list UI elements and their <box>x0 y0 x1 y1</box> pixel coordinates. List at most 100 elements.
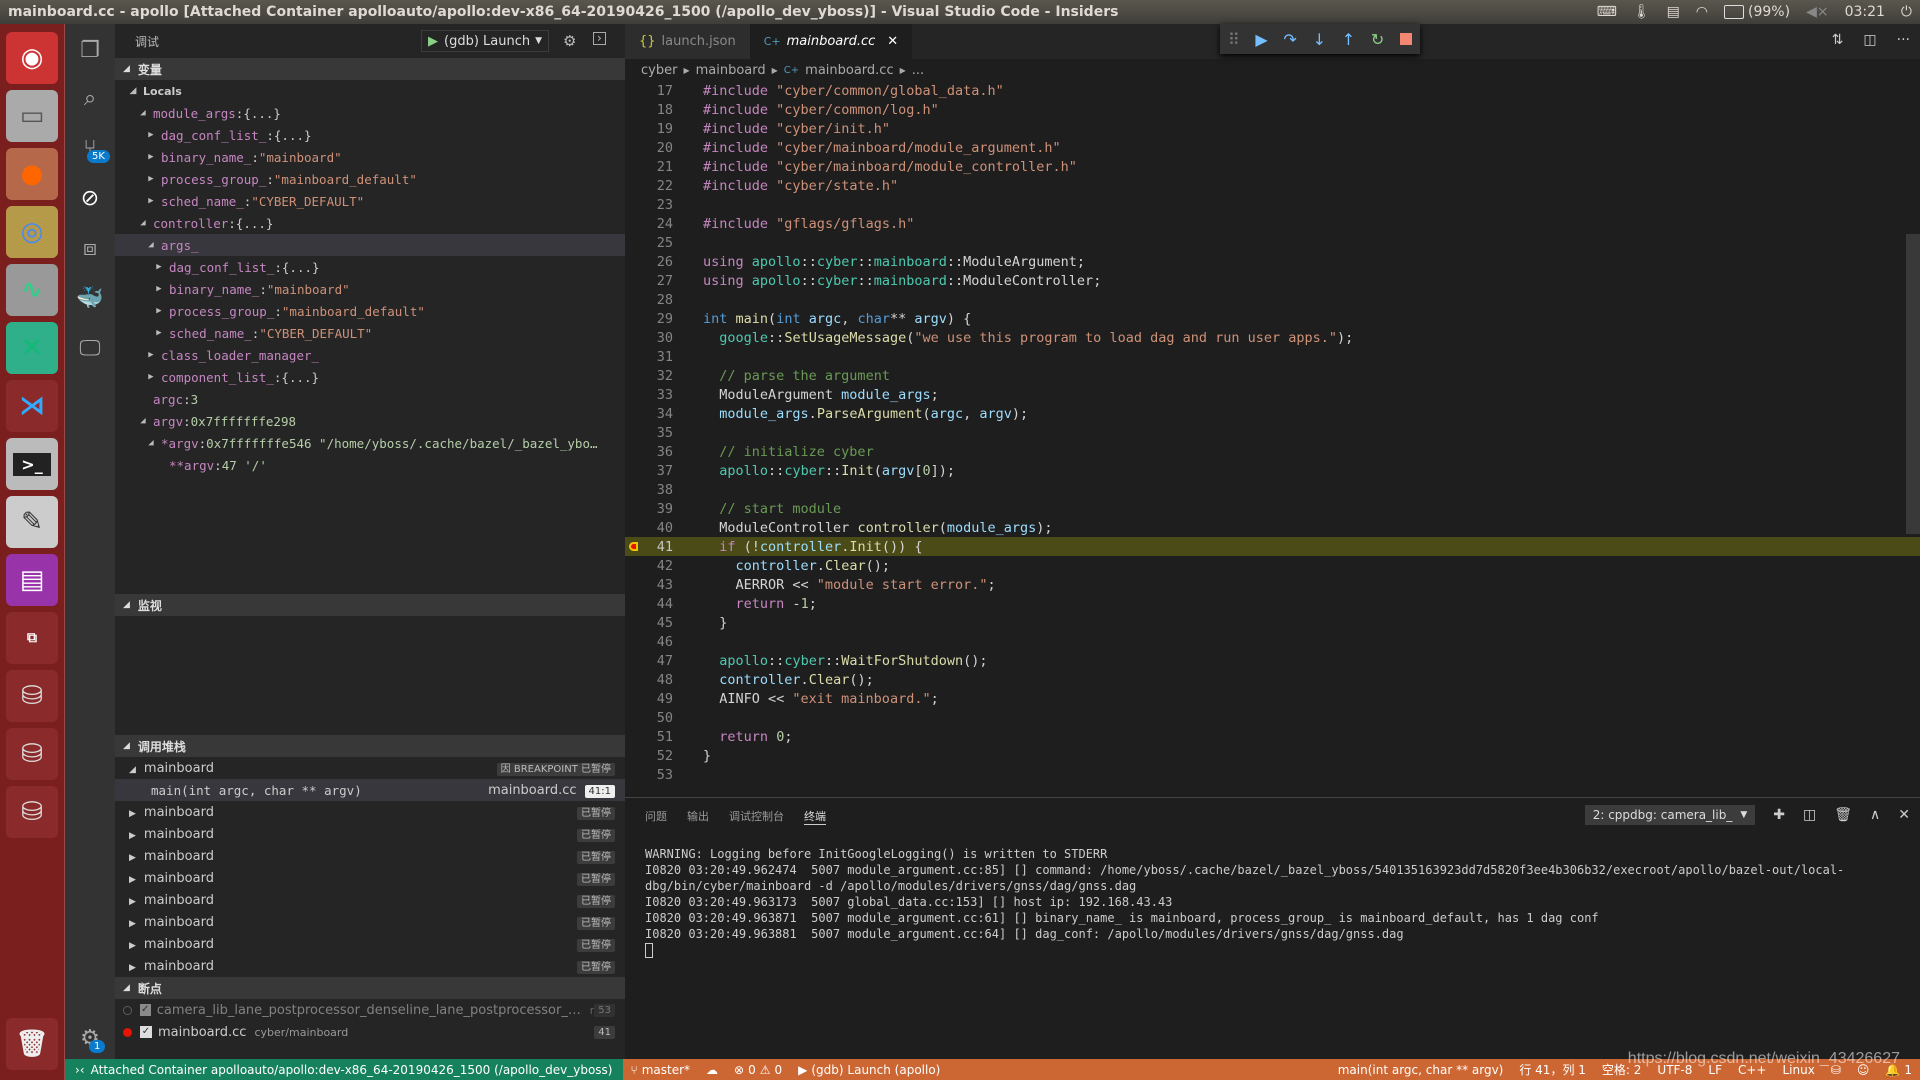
code-line[interactable]: 43 AERROR << "module start error."; <box>625 575 1920 594</box>
remote-indicator[interactable]: ›‹ Attached Container apolloauto/apollo:d… <box>65 1059 623 1080</box>
collapsed-twistie-icon[interactable]: ▶ <box>145 174 157 184</box>
stop-icon[interactable] <box>1400 33 1413 45</box>
code-line[interactable]: 20 #include "cyber/mainboard/module_argum… <box>625 138 1920 157</box>
close-icon[interactable]: ✕ <box>887 34 898 49</box>
variable-row[interactable]: ▶ binary_name_: "mainboard" <box>115 278 625 300</box>
restart-icon[interactable]: ↻ <box>1371 30 1384 49</box>
code-line[interactable]: 32 // parse the argument <box>625 366 1920 385</box>
collapsed-twistie-icon[interactable]: ▶ <box>145 350 157 360</box>
power-icon[interactable]: ⏻ <box>1901 4 1912 20</box>
variable-row[interactable]: ▶ sched_name_: "CYBER_DEFAULT" <box>115 322 625 344</box>
disk-icon[interactable]: ⛁ <box>6 728 58 780</box>
code-line[interactable]: 27 using apollo::cyber::mainboard::Module… <box>625 271 1920 290</box>
collapsed-twistie-icon[interactable]: ▶ <box>145 152 157 162</box>
collapsed-twistie-icon[interactable]: ▶ <box>129 831 136 841</box>
step-into-icon[interactable]: ↓ <box>1313 30 1326 49</box>
code-line[interactable]: 47 apollo::cyber::WaitForShutdown(); <box>625 651 1920 670</box>
code-line[interactable]: 52} <box>625 746 1920 765</box>
collapsed-twistie-icon[interactable]: ▶ <box>129 809 136 819</box>
gear-icon[interactable]: ⚙ <box>563 32 576 50</box>
editor-scrollbar[interactable] <box>1906 234 1920 534</box>
breadcrumb-item[interactable]: mainboard.cc <box>805 63 893 78</box>
more-actions-icon[interactable]: ··· <box>1897 32 1910 48</box>
cursor-position[interactable]: 行 41，列 1 <box>1511 1061 1594 1078</box>
code-line[interactable]: 24 #include "gflags/gflags.h" <box>625 214 1920 233</box>
thread-item[interactable]: ▶ mainboard 已暂停 <box>115 867 625 889</box>
variable-row[interactable]: ▶ process_group_: "mainboard_default" <box>115 168 625 190</box>
code-line[interactable]: 26 using apollo::cyber::mainboard::Module… <box>625 252 1920 271</box>
collapsed-twistie-icon[interactable]: ▶ <box>129 897 136 907</box>
thread-item[interactable]: ▶ mainboard 已暂停 <box>115 911 625 933</box>
collapsed-twistie-icon[interactable]: ▶ <box>129 941 136 951</box>
collapsed-twistie-icon[interactable]: ▶ <box>129 963 136 973</box>
memory-icon[interactable]: ▤ <box>1667 4 1680 20</box>
thread-item[interactable]: ▶ mainboard 已暂停 <box>115 823 625 845</box>
battery-icon[interactable] <box>1724 5 1745 19</box>
split-terminal-icon[interactable]: ◫ <box>1803 807 1816 823</box>
code-line[interactable]: 39 // start module <box>625 499 1920 518</box>
files-icon[interactable]: ▭ <box>6 90 58 142</box>
collapsed-twistie-icon[interactable]: ▶ <box>153 328 165 338</box>
code-line[interactable]: 23 <box>625 195 1920 214</box>
code-line[interactable]: 38 <box>625 480 1920 499</box>
debug-console-icon[interactable]: › <box>593 32 606 45</box>
code-line[interactable]: 22 #include "cyber/state.h" <box>625 176 1920 195</box>
split-editor-icon[interactable]: ◫ <box>1863 32 1876 48</box>
code-line[interactable]: 28 <box>625 290 1920 309</box>
step-out-icon[interactable]: ↑ <box>1342 30 1355 49</box>
expanded-twistie-icon[interactable]: ◢ <box>145 438 157 448</box>
code-line[interactable]: 48 controller.Clear(); <box>625 670 1920 689</box>
source-control-icon[interactable]: ⑂ 5K <box>65 124 115 172</box>
collapsed-twistie-icon[interactable]: ▶ <box>129 853 136 863</box>
tab-mainboard-cc[interactable]: C+ mainboard.cc ✕ <box>749 24 913 59</box>
start-debug-icon[interactable]: ▶ <box>428 34 438 49</box>
current-function[interactable]: main(int argc, char ** argv) <box>1330 1063 1512 1077</box>
collapsed-twistie-icon[interactable]: ▶ <box>145 130 157 140</box>
chrome-icon[interactable]: ◎ <box>6 206 58 258</box>
code-line[interactable]: 45 } <box>625 613 1920 632</box>
variables-section-header[interactable]: ◢ 变量 <box>115 58 625 80</box>
terminal-icon[interactable]: >_ <box>6 438 58 490</box>
breakpoint-checkbox[interactable]: ✓ <box>139 1004 151 1016</box>
code-line[interactable]: 34 module_args.ParseArgument(argc, argv)… <box>625 404 1920 423</box>
variable-row[interactable]: ▶ process_group_: "mainboard_default" <box>115 300 625 322</box>
extensions-icon[interactable]: ⧈ <box>65 224 115 272</box>
code-line[interactable]: 40 ModuleController controller(module_ar… <box>625 518 1920 537</box>
thermometer-icon[interactable]: 🌡 <box>1633 4 1651 20</box>
tab-output[interactable]: 输出 <box>687 808 709 824</box>
code-line[interactable]: 19 #include "cyber/init.h" <box>625 119 1920 138</box>
variable-row[interactable]: ▶ binary_name_: "mainboard" <box>115 146 625 168</box>
terminal-select[interactable]: 2: cppdbg: camera_lib_ ▼ <box>1584 805 1756 825</box>
collapsed-twistie-icon[interactable]: ▶ <box>129 875 136 885</box>
code-line[interactable]: 17 #include "cyber/common/global_data.h" <box>625 81 1920 100</box>
code-line[interactable]: 18 #include "cyber/common/log.h" <box>625 100 1920 119</box>
code-line[interactable]: 46 <box>625 632 1920 651</box>
variable-row[interactable]: ▶ class_loader_manager_ <box>115 344 625 366</box>
problems-indicator[interactable]: ⊗ 0 ⚠ 0 <box>726 1063 790 1077</box>
step-over-icon[interactable]: ↷ <box>1283 30 1296 49</box>
locals-scope[interactable]: ◢ Locals <box>115 80 625 102</box>
code-line[interactable]: 30 google::SetUsageMessage("we use this … <box>625 328 1920 347</box>
clock[interactable]: 03:21 <box>1845 4 1885 20</box>
expanded-twistie-icon[interactable]: ◢ <box>137 218 149 228</box>
drag-handle-icon[interactable]: ⠿ <box>1228 30 1240 49</box>
system-monitor-icon[interactable]: ∿ <box>6 264 58 316</box>
thread-item[interactable]: ▶ mainboard 已暂停 <box>115 845 625 867</box>
breakpoint-current-icon[interactable] <box>629 542 638 551</box>
keyboard-icon[interactable]: ⌨ <box>1597 4 1617 20</box>
collapsed-twistie-icon[interactable]: ▶ <box>145 196 157 206</box>
volume-muted-icon[interactable]: ◀× <box>1806 4 1829 20</box>
breadcrumb-item[interactable]: mainboard <box>696 63 766 78</box>
vscode-icon[interactable]: ⋊ <box>6 380 58 432</box>
workspace-switcher-icon[interactable]: ⧉ <box>6 612 58 664</box>
expanded-twistie-icon[interactable]: ◢ <box>129 765 136 775</box>
branch-indicator[interactable]: ⑂ master* <box>623 1063 699 1077</box>
breakpoint-item[interactable]: ✓ camera_lib_lane_postprocessor_denseline… <box>115 999 625 1021</box>
code-line[interactable]: 53 <box>625 765 1920 784</box>
code-line[interactable]: 37 apollo::cyber::Init(argv[0]); <box>625 461 1920 480</box>
launch-config-select[interactable]: ▶ (gdb) Launch ▼ <box>421 30 549 52</box>
code-line[interactable]: 51 return 0; <box>625 727 1920 746</box>
tab-debug-console[interactable]: 调试控制台 <box>729 808 784 824</box>
collapsed-twistie-icon[interactable]: ▶ <box>153 306 165 316</box>
variable-row[interactable]: **argv: 47 '/' <box>115 454 625 476</box>
